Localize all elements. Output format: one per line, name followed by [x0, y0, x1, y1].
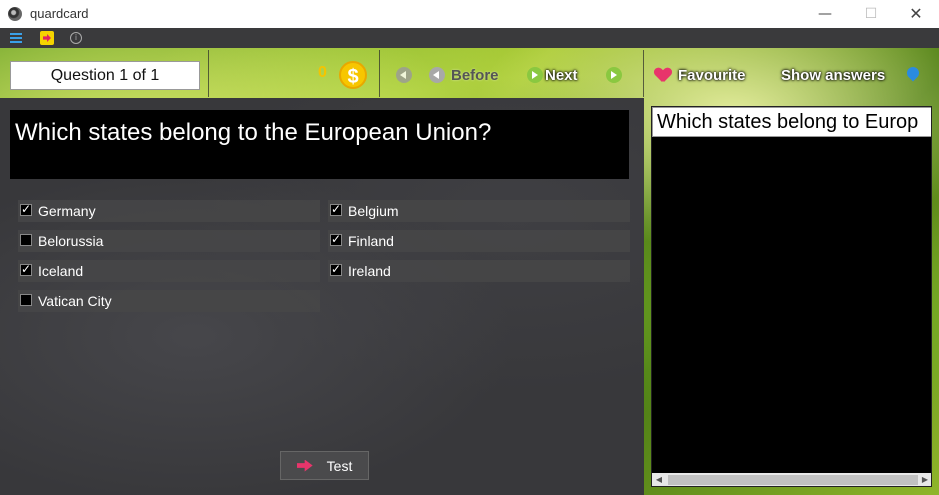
preview-text-field[interactable]: Which states belong to Europ	[652, 107, 931, 137]
answer-label: Vatican City	[38, 293, 112, 309]
question-counter: Question 1 of 1	[10, 61, 200, 90]
next-label: Next	[545, 66, 578, 84]
answer-checkbox[interactable]	[20, 234, 32, 246]
answer-label: Belorussia	[38, 233, 104, 249]
answer-label: Germany	[38, 203, 96, 219]
answer-label: Finland	[348, 233, 394, 249]
heart-icon	[655, 68, 671, 82]
answer-option[interactable]: Iceland	[18, 260, 320, 282]
fast-forward-icon	[606, 67, 622, 83]
nav-divider	[208, 50, 209, 97]
arrow-right-icon	[296, 459, 313, 472]
app-logo-icon	[8, 7, 22, 21]
rewind-icon	[396, 67, 412, 83]
before-button[interactable]: Before	[429, 60, 499, 90]
answer-label: Belgium	[348, 203, 399, 219]
info-icon[interactable]: i	[70, 32, 82, 44]
nav-divider	[643, 50, 644, 97]
test-button[interactable]: Test	[280, 451, 369, 480]
title-bar: quardcard — ☐ ✕	[0, 0, 939, 28]
answer-checkbox[interactable]	[20, 202, 32, 216]
minimize-button[interactable]: —	[802, 0, 848, 28]
show-answers-button[interactable]: Show answers	[781, 60, 885, 90]
preview-pane: Which states belong to Europ ◀ ▶	[651, 106, 932, 487]
answer-option[interactable]: Germany	[18, 200, 320, 222]
last-question-button[interactable]	[606, 60, 628, 90]
answer-option[interactable]: Belorussia	[18, 230, 320, 252]
first-question-button[interactable]	[396, 60, 418, 90]
answer-checkbox[interactable]	[330, 202, 342, 216]
next-button[interactable]: Next	[527, 60, 578, 90]
show-answers-label: Show answers	[781, 66, 886, 84]
answer-checkbox[interactable]	[20, 262, 32, 276]
answer-option[interactable]: Finland	[328, 230, 630, 252]
horizontal-scrollbar[interactable]: ◀ ▶	[652, 473, 931, 486]
answer-checkbox[interactable]	[20, 294, 32, 306]
preview-text: Which states belong to Europ	[657, 111, 919, 133]
scroll-thumb[interactable]	[668, 475, 918, 485]
menu-icon[interactable]	[10, 33, 24, 47]
scroll-left-button[interactable]: ◀	[652, 473, 666, 486]
coin-count: 0	[318, 64, 327, 81]
scroll-right-button[interactable]: ▶	[918, 473, 931, 486]
dollar-coin-icon: $	[339, 61, 367, 89]
answer-checkbox[interactable]	[330, 262, 342, 276]
answer-label: Iceland	[38, 263, 84, 279]
close-button[interactable]: ✕	[893, 0, 939, 28]
answer-option[interactable]: Ireland	[328, 260, 630, 282]
answer-checkbox[interactable]	[330, 232, 342, 246]
favourite-label: Favourite	[678, 66, 746, 84]
question-text: Which states belong to the European Unio…	[15, 119, 492, 146]
favourite-button[interactable]: Favourite	[655, 60, 746, 90]
answer-option[interactable]: Vatican City	[18, 290, 320, 312]
before-label: Before	[451, 66, 499, 84]
toolbar: i	[0, 28, 939, 48]
answer-option[interactable]: Belgium	[328, 200, 630, 222]
chevron-left-icon	[429, 67, 445, 83]
test-label: Test	[326, 457, 353, 474]
maximize-button[interactable]: ☐	[848, 0, 894, 28]
answer-label: Ireland	[348, 263, 391, 279]
exit-icon[interactable]	[40, 31, 54, 45]
nav-divider	[379, 50, 380, 97]
chevron-right-icon	[527, 67, 543, 83]
window-title: quardcard	[30, 6, 89, 21]
